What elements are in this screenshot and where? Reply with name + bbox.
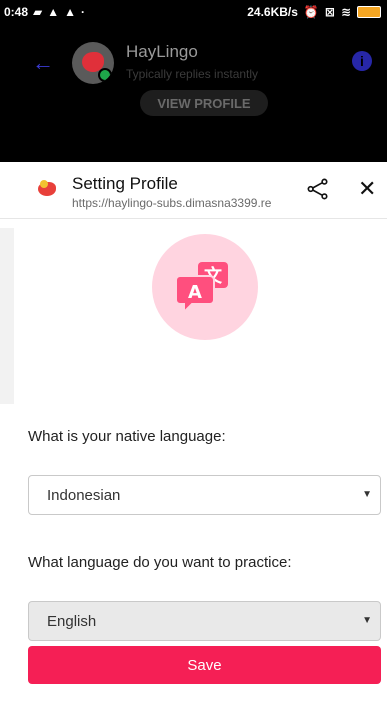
status-left: 0:48 ▰ ▲ ▲ · (4, 5, 85, 19)
info-icon[interactable]: i (352, 51, 372, 71)
save-button[interactable]: Save (28, 646, 381, 684)
translate-hero: 文 A (152, 234, 258, 340)
back-arrow-icon[interactable]: ← (32, 50, 54, 76)
practice-language-label: What language do you want to practice: (28, 554, 292, 571)
status-time: 0:48 (4, 5, 29, 19)
page-title: Setting Profile (72, 174, 178, 193)
dot-icon: · (81, 5, 86, 19)
native-language-select[interactable]: Indonesian ▼ (28, 475, 381, 515)
alarm-icon: ⏰ (303, 5, 319, 19)
network-speed: 24.6KB/s (247, 5, 298, 19)
online-status-dot (98, 68, 112, 82)
page-url: https://haylingo-subs.dimasna3399.re... (72, 196, 272, 210)
sim-icon: ⊠ (324, 5, 335, 19)
wifi-icon: ≋ (340, 5, 351, 19)
webview-sheet: Setting Profile https://haylingo-subs.di… (0, 162, 387, 707)
avatar[interactable] (72, 42, 114, 84)
svg-text:A: A (188, 282, 202, 303)
chat-header: ← HayLingo Typically replies instantly V… (0, 24, 387, 162)
close-icon[interactable]: ✕ (358, 176, 376, 202)
practice-language-select[interactable]: English ▼ (28, 601, 381, 641)
side-tab (0, 228, 14, 404)
view-profile-button[interactable]: VIEW PROFILE (140, 90, 268, 116)
battery-icon (357, 6, 381, 18)
native-language-label: What is your native language: (28, 428, 226, 445)
chat-name: HayLingo (126, 42, 198, 61)
status-right: 24.6KB/s ⏰ ⊠ ≋ (247, 5, 381, 19)
sheet-header: Setting Profile https://haylingo-subs.di… (0, 162, 387, 219)
status-bar: 0:48 ▰ ▲ ▲ · 24.6KB/s ⏰ ⊠ ≋ (0, 0, 387, 24)
practice-language-value: English (47, 612, 97, 630)
warning-icon: ▲ (47, 5, 60, 19)
message-icon: ▰ (33, 5, 43, 19)
share-icon[interactable] (307, 178, 329, 200)
chat-subtitle: Typically replies instantly (126, 67, 259, 81)
translate-icon: 文 A (175, 262, 228, 315)
warning-icon: ▲ (64, 5, 77, 19)
native-language-value: Indonesian (47, 486, 121, 504)
chevron-down-icon: ▼ (362, 489, 372, 500)
app-logo-icon (38, 180, 56, 196)
chevron-down-icon: ▼ (362, 615, 372, 626)
